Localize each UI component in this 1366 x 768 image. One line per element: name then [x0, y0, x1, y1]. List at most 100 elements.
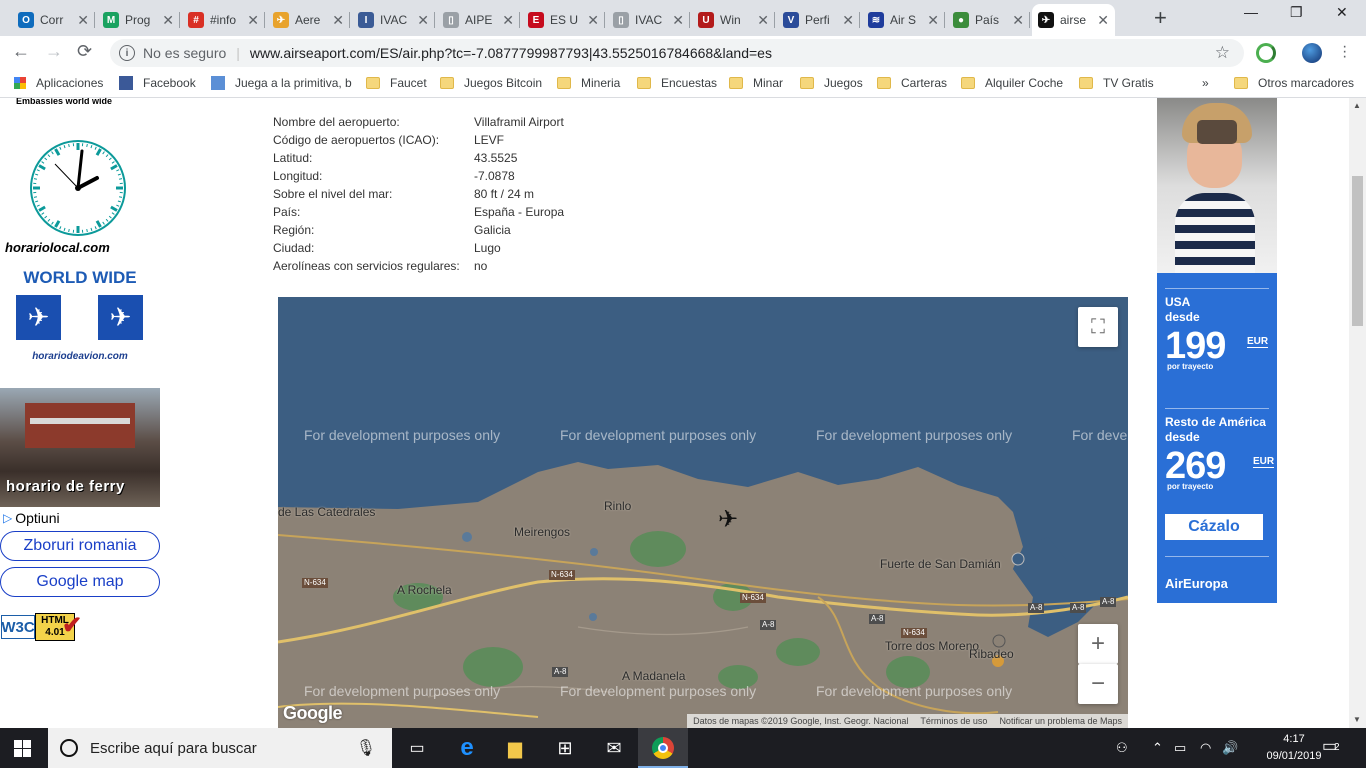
maximize-button[interactable]: ❐: [1290, 4, 1303, 21]
mail-icon[interactable]: ✉: [602, 736, 626, 760]
ad-cta-button[interactable]: Cázalo: [1165, 514, 1263, 540]
browser-tab[interactable]: I IVAC ✕: [352, 4, 435, 36]
scroll-thumb[interactable]: [1352, 176, 1363, 326]
plane-icon: ✈: [273, 12, 289, 28]
bookmark-item[interactable]: Alquiler Coche: [961, 76, 1063, 90]
chrome-taskbar-button[interactable]: [638, 728, 688, 768]
aireuropa-ad[interactable]: USA desde 199 EUR por trayecto Resto de …: [1157, 98, 1277, 603]
tab-close-icon[interactable]: ✕: [502, 12, 514, 29]
bookmark-item[interactable]: Encuestas: [637, 76, 717, 90]
extension-sync-icon[interactable]: [1256, 43, 1276, 63]
file-explorer-icon[interactable]: ▆: [503, 736, 527, 760]
bookmark-item[interactable]: Juegos: [800, 76, 863, 90]
url-text[interactable]: www.airseaport.com/ES/air.php?tc=-7.0877…: [250, 45, 772, 61]
bookmark-item[interactable]: Faucet: [366, 76, 427, 90]
page-scrollbar[interactable]: ▲ ▼: [1349, 98, 1366, 728]
tab-close-icon[interactable]: ✕: [1012, 12, 1024, 29]
browser-tab[interactable]: E ES U ✕: [522, 4, 605, 36]
action-center-icon[interactable]: ▭ 2: [1322, 736, 1346, 760]
store-icon[interactable]: ⊞: [553, 736, 577, 760]
info-value: no: [474, 259, 488, 273]
bookmark-item[interactable]: Facebook: [119, 76, 196, 90]
google-map[interactable]: For development purposes only For develo…: [278, 297, 1128, 728]
outlook-icon: O: [18, 12, 34, 28]
map-terms-link[interactable]: Términos de uso: [914, 716, 993, 726]
ad-currency: EUR: [1253, 456, 1275, 468]
browser-tab[interactable]: ▯ IVAC ✕: [607, 4, 690, 36]
browser-tab[interactable]: O Corr ✕: [12, 4, 95, 36]
map-place-label: Meirengos: [514, 525, 571, 539]
bookmark-item[interactable]: TV Gratis: [1079, 76, 1154, 90]
reload-icon[interactable]: ⟳: [77, 41, 92, 62]
volume-icon[interactable]: 🔊: [1222, 740, 1238, 756]
tab-close-icon[interactable]: ✕: [1097, 12, 1109, 29]
back-icon[interactable]: ←: [12, 41, 30, 62]
bookmark-item[interactable]: Carteras: [877, 76, 947, 90]
bookmark-item[interactable]: Aplicaciones: [14, 76, 103, 90]
options-link[interactable]: ▷ Optiuni: [3, 510, 60, 526]
browser-tab[interactable]: ≋ Air S ✕: [862, 4, 945, 36]
tab-close-icon[interactable]: ✕: [417, 12, 429, 29]
info-icon[interactable]: i: [119, 45, 135, 61]
folder-icon: [637, 77, 651, 89]
taskbar-clock[interactable]: 4:17 09/01/2019: [1266, 731, 1322, 765]
wifi-icon[interactable]: ◠: [1200, 740, 1211, 756]
info-key: Ciudad:: [273, 241, 315, 255]
bookmark-star-icon[interactable]: ☆: [1215, 43, 1230, 63]
bookmark-item[interactable]: Mineria: [557, 76, 620, 90]
other-bookmarks-folder[interactable]: Otros marcadores: [1234, 76, 1354, 90]
zboruri-romania-button[interactable]: Zboruri romania: [0, 531, 160, 561]
google-map-button[interactable]: Google map: [0, 567, 160, 597]
browser-tab[interactable]: U Win ✕: [692, 4, 775, 36]
tab-close-icon[interactable]: ✕: [757, 12, 769, 29]
battery-icon[interactable]: ▭: [1174, 740, 1186, 756]
minimize-button[interactable]: —: [1244, 4, 1258, 20]
edge-browser-icon[interactable]: e: [455, 734, 479, 761]
browser-tab[interactable]: ▯ AIPE ✕: [437, 4, 520, 36]
tab-close-icon[interactable]: ✕: [162, 12, 174, 29]
bookmarks-overflow-button[interactable]: »: [1202, 76, 1209, 90]
bookmark-item[interactable]: Minar: [729, 76, 783, 90]
zoom-out-button[interactable]: −: [1078, 664, 1118, 704]
bookmark-item[interactable]: Juegos Bitcoin: [440, 76, 542, 90]
browser-tab[interactable]: ✈ Aere ✕: [267, 4, 350, 36]
tab-close-icon[interactable]: ✕: [842, 12, 854, 29]
tab-close-icon[interactable]: ✕: [927, 12, 939, 29]
tab-close-icon[interactable]: ✕: [247, 12, 259, 29]
browser-tab[interactable]: M Prog ✕: [97, 4, 180, 36]
scroll-down-arrow-icon[interactable]: ▼: [1353, 715, 1361, 724]
show-hidden-icons-chevron-icon[interactable]: ⌃: [1152, 740, 1163, 756]
browser-tab[interactable]: ● País ✕: [947, 4, 1030, 36]
windows-start-icon[interactable]: [14, 740, 31, 757]
zoom-in-button[interactable]: +: [1078, 624, 1118, 664]
address-bar[interactable]: i No es seguro | www.airseaport.com/ES/a…: [110, 39, 1244, 67]
microphone-icon[interactable]: 🎙: [356, 738, 376, 758]
browser-tab[interactable]: V Perfi ✕: [777, 4, 860, 36]
new-tab-button[interactable]: +: [1154, 5, 1167, 31]
tab-close-icon[interactable]: ✕: [587, 12, 599, 29]
tab-close-icon[interactable]: ✕: [672, 12, 684, 29]
fullscreen-button[interactable]: ⛶: [1078, 307, 1118, 347]
map-report-link[interactable]: Notificar un problema de Maps: [993, 716, 1128, 726]
tab-close-icon[interactable]: ✕: [77, 12, 89, 29]
w3c-html-badge[interactable]: W3C HTML 4.01 ✔: [0, 611, 86, 643]
airport-marker-icon[interactable]: ✈: [718, 505, 738, 534]
bookmark-item[interactable]: Juega a la primitiva, b: [211, 76, 352, 90]
ferry-banner[interactable]: horario de ferry: [0, 388, 160, 507]
tab-close-icon[interactable]: ✕: [332, 12, 344, 29]
people-icon[interactable]: ⚇: [1116, 740, 1128, 756]
profile-avatar-icon[interactable]: [1302, 43, 1322, 63]
task-view-icon[interactable]: ▭: [405, 736, 429, 760]
map-watermark: For development purposes only: [816, 427, 1013, 443]
menu-kebab-icon[interactable]: · · ·: [1342, 39, 1347, 65]
browser-toolbar: ← → ⟳ i No es seguro | www.airseaport.co…: [0, 36, 1366, 70]
close-window-button[interactable]: ✕: [1336, 4, 1348, 21]
aireuropa-logo: AirEuropa: [1165, 576, 1228, 591]
horariolocal-banner[interactable]: Embassies world wide horariolocal.com: [0, 98, 160, 258]
worldwide-banner[interactable]: WORLD WIDE ✈ ✈ horariodeavion.com: [0, 263, 160, 383]
browser-tab[interactable]: ✈ airse ✕: [1032, 4, 1115, 36]
forward-icon[interactable]: →: [45, 41, 63, 62]
taskbar-search-box[interactable]: Escribe aquí para buscar 🎙: [48, 728, 392, 768]
scroll-up-arrow-icon[interactable]: ▲: [1353, 101, 1361, 110]
browser-tab[interactable]: # #info ✕: [182, 4, 265, 36]
